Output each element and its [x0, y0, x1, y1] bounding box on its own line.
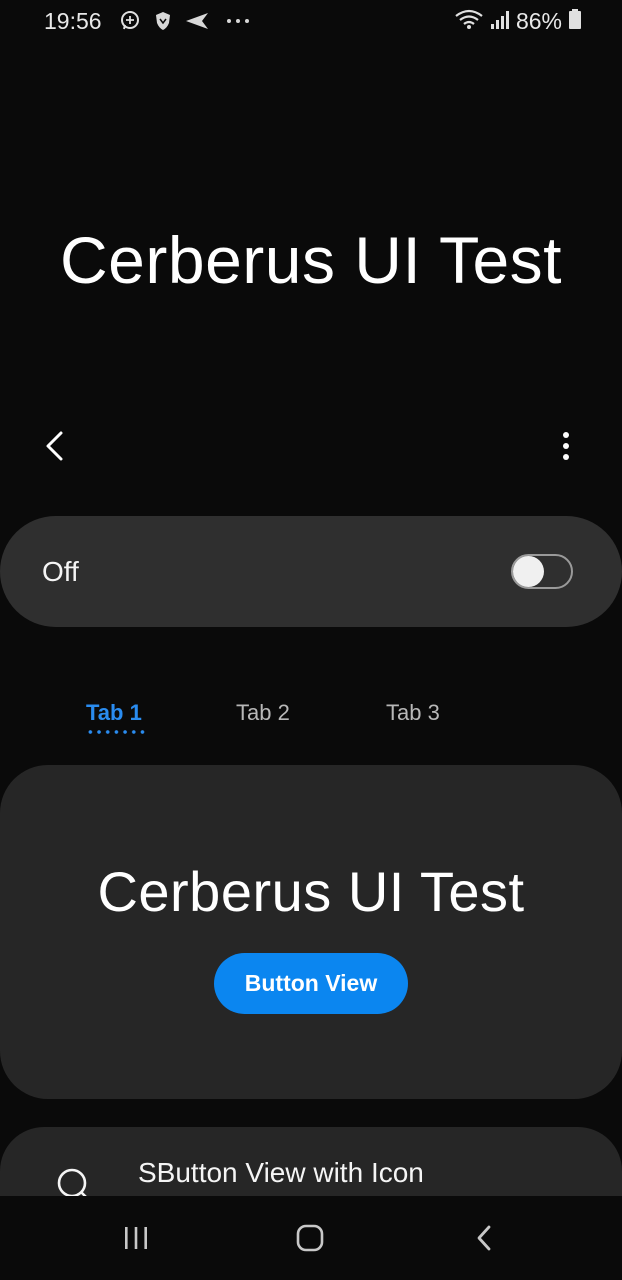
recents-icon	[125, 1227, 147, 1249]
status-bar: 19:56 86%	[0, 0, 622, 44]
navigation-bar	[0, 1196, 622, 1280]
tab-indicator	[86, 730, 147, 734]
switch-bar[interactable]: Off	[0, 516, 622, 627]
whatsapp-icon	[119, 9, 141, 33]
toggle-switch[interactable]	[511, 554, 573, 589]
app-title: Cerberus UI Test	[60, 223, 562, 297]
tab-bar: Tab 1 Tab 2 Tab 3	[0, 690, 622, 740]
more-notifications-icon	[226, 9, 250, 33]
wifi-icon	[454, 8, 484, 35]
nav-back-button[interactable]	[460, 1218, 508, 1258]
back-icon	[477, 1225, 491, 1251]
card-title: Cerberus UI Test	[97, 860, 525, 923]
switch-thumb	[513, 556, 544, 587]
send-icon	[184, 9, 210, 33]
status-time: 19:56	[44, 8, 102, 34]
tab-2[interactable]: Tab 2	[236, 700, 290, 726]
tab-3[interactable]: Tab 3	[386, 700, 440, 726]
switch-label: Off	[42, 556, 79, 587]
status-right-group: 86%	[454, 8, 582, 35]
sbutton-label: SButton View with Icon	[138, 1157, 424, 1188]
recents-button[interactable]	[112, 1218, 160, 1258]
home-icon	[296, 1224, 324, 1252]
more-vert-icon	[563, 432, 569, 460]
more-options-button[interactable]	[546, 425, 586, 467]
back-button[interactable]	[34, 425, 76, 467]
back-arrow-icon	[46, 431, 63, 461]
battery-percent: 86%	[515, 8, 562, 34]
shield-icon	[154, 9, 172, 33]
content-card: Cerberus UI Test Button View	[0, 765, 622, 1099]
tab-1[interactable]: Tab 1	[86, 700, 142, 726]
battery-icon	[568, 8, 582, 35]
button-view[interactable]: Button View	[214, 953, 408, 1014]
signal-icon	[490, 8, 510, 35]
home-button[interactable]	[286, 1218, 334, 1258]
